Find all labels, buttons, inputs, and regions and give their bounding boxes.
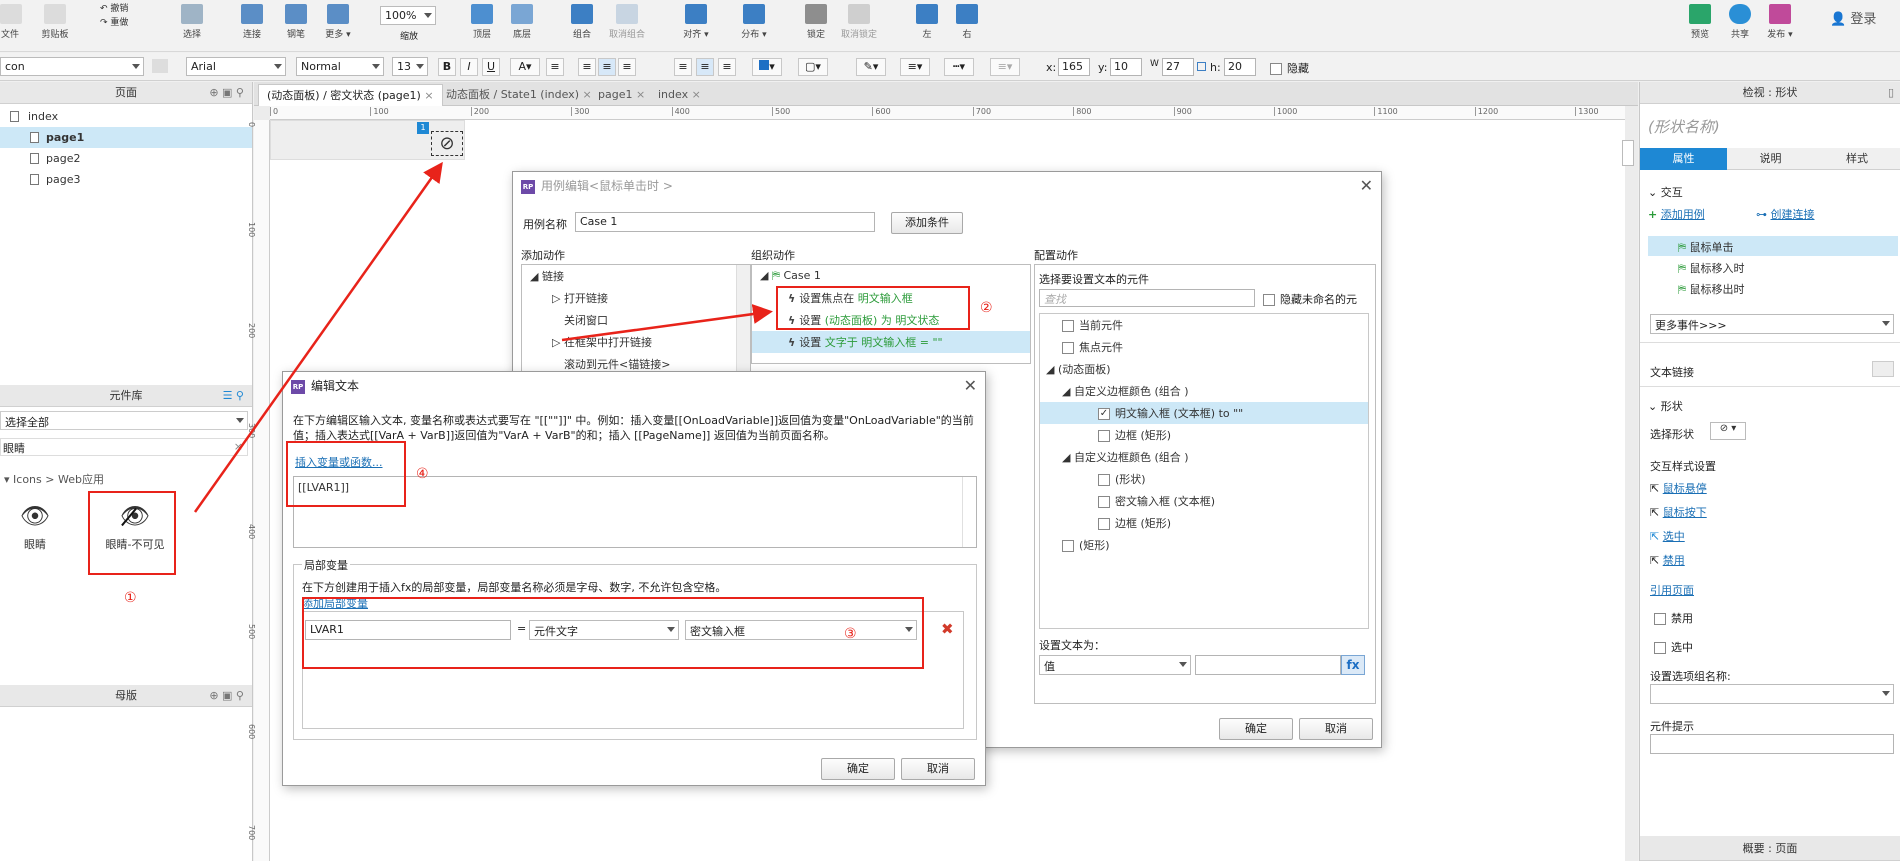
annotation-arrows [193,161,773,513]
arrow-to-actions [561,304,773,342]
arrow-widget-to-canvas [193,161,443,513]
